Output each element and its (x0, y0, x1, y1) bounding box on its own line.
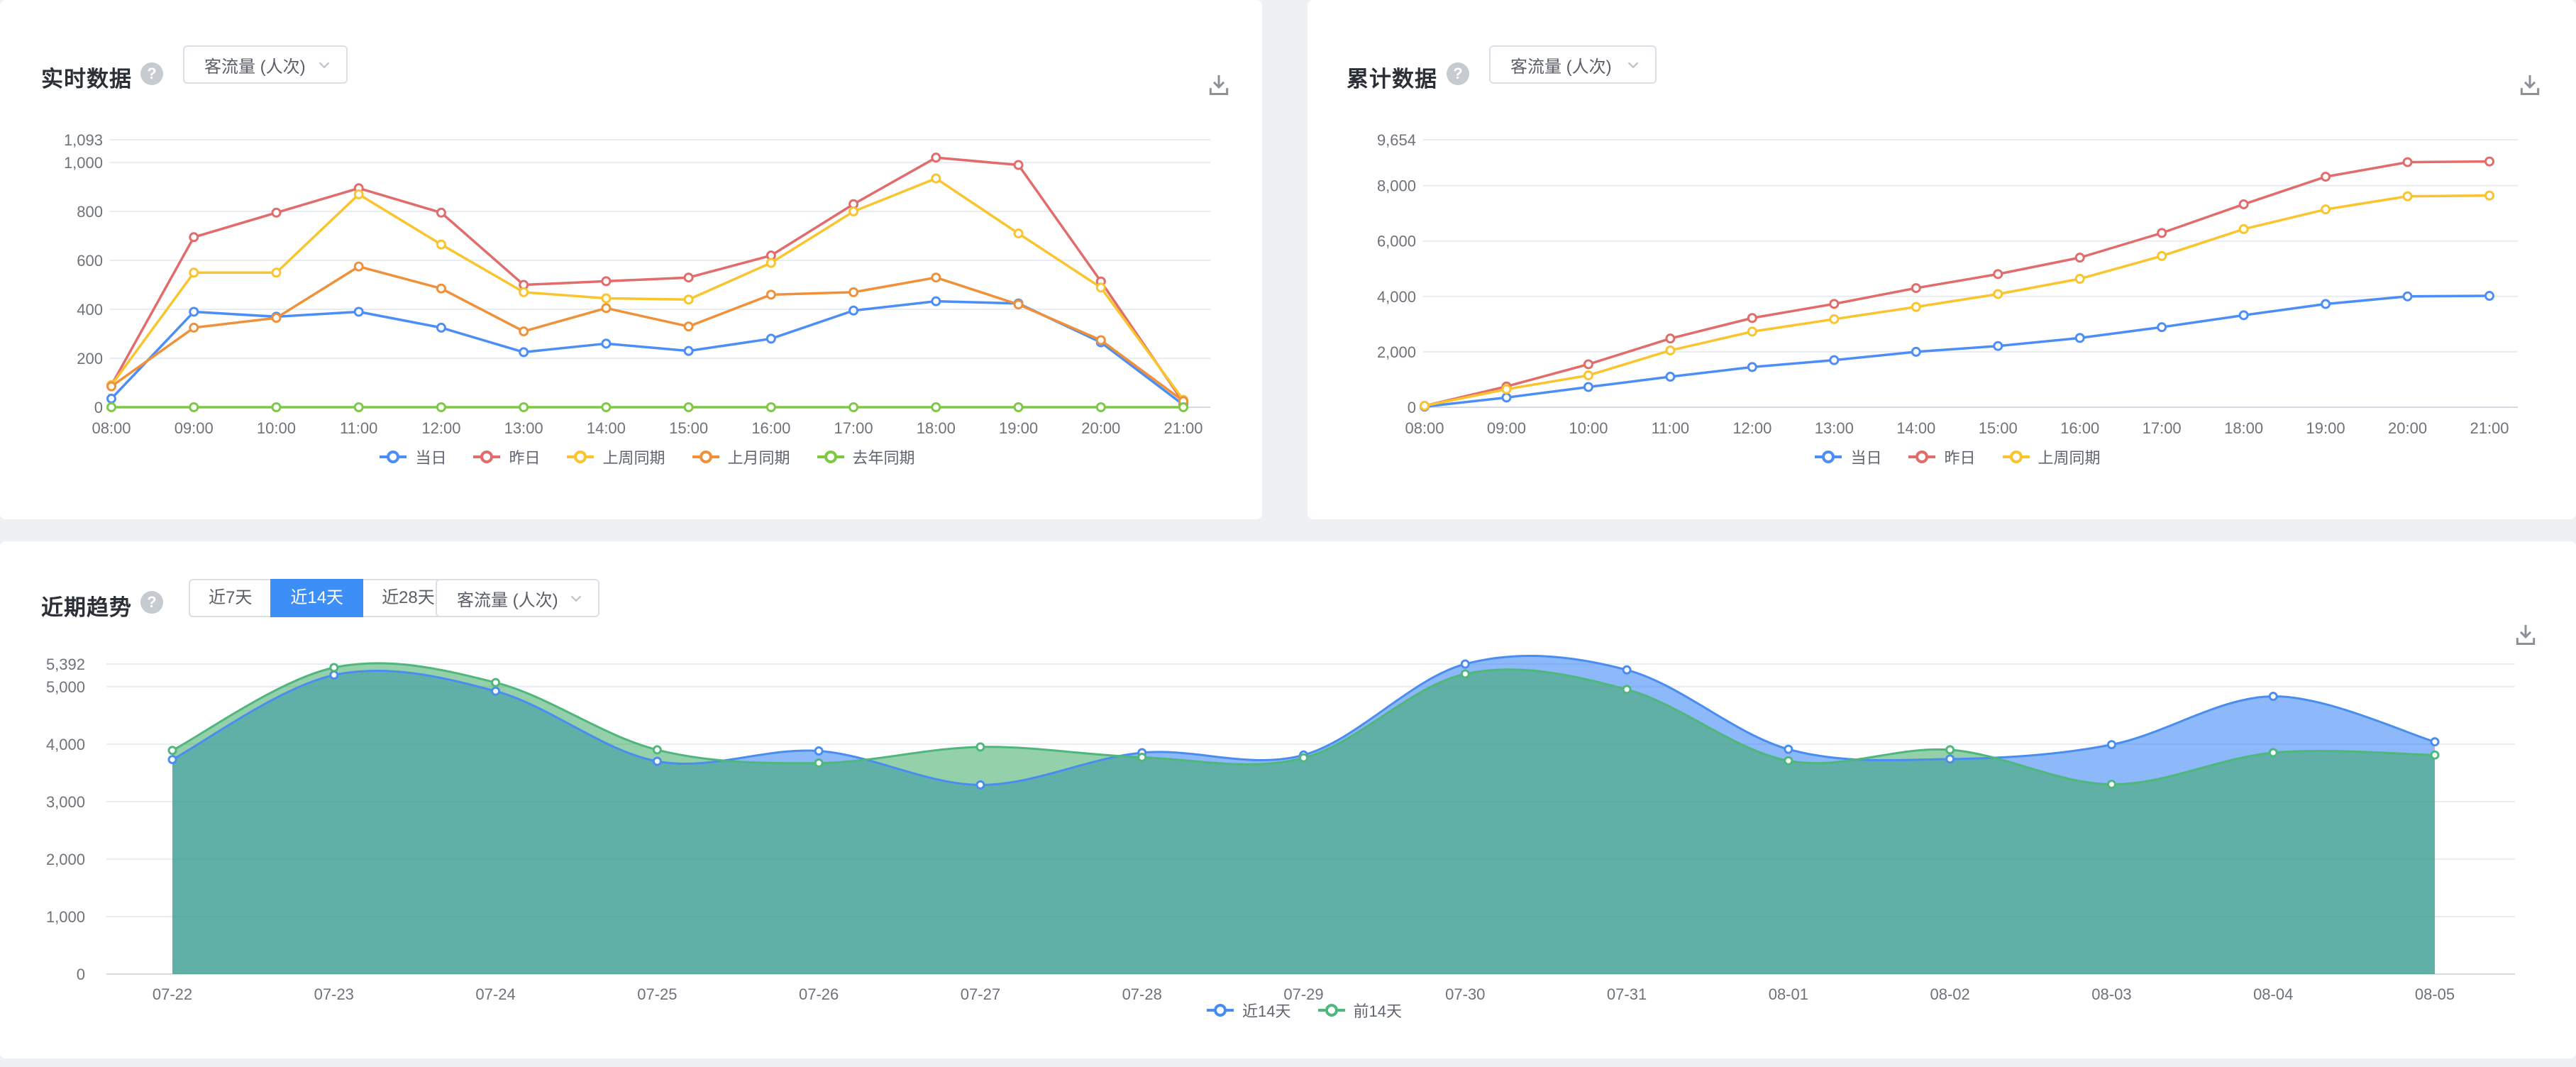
x-tick-label: 09:00 (1487, 419, 1526, 437)
x-tick-label: 11:00 (1652, 419, 1689, 437)
trend-chart-canvas: 01,0002,0003,0004,0005,0005,39207-2207-2… (0, 541, 2576, 1058)
y-tick-label: 5,392 (46, 656, 85, 673)
x-tick-label: 18:00 (2224, 419, 2263, 437)
y-tick-label: 200 (77, 350, 103, 367)
y-tick-label: 1,093 (64, 131, 103, 149)
y-tick-label: 600 (77, 252, 103, 270)
legend-item[interactable]: 当日 (1813, 446, 1881, 468)
legend-label: 昨日 (1944, 446, 1975, 468)
legend-item[interactable]: 昨日 (1907, 446, 1975, 468)
legend-item[interactable]: 当日 (378, 446, 446, 468)
x-tick-label: 18:00 (917, 419, 956, 437)
x-tick-label: 13:00 (1815, 419, 1854, 437)
legend-label: 上周同期 (2038, 446, 2101, 468)
x-tick-label: 12:00 (421, 419, 460, 437)
trend-legend: 近14天 前14天 (172, 999, 2435, 1022)
legend-marker-icon (691, 449, 721, 465)
x-tick-label: 10:00 (257, 419, 296, 437)
y-tick-label: 1,000 (46, 908, 85, 926)
y-tick-label: 9,654 (1377, 131, 1416, 149)
x-tick-label: 11:00 (340, 419, 377, 437)
legend-label: 去年同期 (853, 446, 915, 468)
x-tick-label: 16:00 (751, 419, 790, 437)
legend-marker-icon (1205, 1002, 1235, 1018)
x-tick-label: 13:00 (504, 419, 543, 437)
y-tick-label: 6,000 (1377, 233, 1416, 250)
y-tick-label: 4,000 (46, 736, 85, 753)
legend-label: 当日 (1850, 446, 1881, 468)
trend-card: 近期趋势 ? 近7天 近14天 近28天 客流量 (人次) 01,0002,00… (0, 541, 2576, 1058)
cumulative-chart-canvas: 0 2,000 4,000 6,000 8,000 9,654 08:00 09:00 10:0… (1308, 0, 2576, 519)
legend-marker-icon (816, 449, 846, 465)
y-tick-label: 800 (77, 203, 103, 221)
x-tick-label: 16:00 (2060, 419, 2099, 437)
legend-item[interactable]: 前14天 (1317, 999, 1402, 1022)
x-tick-label: 20:00 (1081, 419, 1120, 437)
legend-item[interactable]: 上周同期 (565, 446, 665, 468)
legend-marker-icon (378, 449, 408, 465)
legend-item[interactable]: 去年同期 (816, 446, 915, 468)
x-tick-label: 15:00 (1979, 419, 2018, 437)
legend-marker-icon (1317, 1002, 1347, 1018)
realtime-legend: 当日 昨日 上周同期 上月同期 去年同期 (110, 446, 1183, 468)
x-tick-label: 14:00 (1896, 419, 1935, 437)
y-tick-label: 0 (94, 399, 103, 416)
x-tick-label: 20:00 (2388, 419, 2427, 437)
legend-marker-icon (472, 449, 502, 465)
legend-marker-icon (2001, 449, 2031, 465)
y-tick-label: 2,000 (1377, 343, 1416, 361)
legend-label: 上月同期 (728, 446, 790, 468)
y-tick-label: 5,000 (46, 678, 85, 696)
x-tick-label: 19:00 (2306, 419, 2345, 437)
y-tick-label: 0 (77, 966, 85, 983)
x-tick-label: 14:00 (587, 419, 626, 437)
y-tick-label: 0 (1408, 399, 1416, 416)
legend-item[interactable]: 上月同期 (691, 446, 790, 468)
y-tick-label: 1,000 (64, 154, 103, 172)
legend-item[interactable]: 昨日 (472, 446, 540, 468)
cumulative-legend: 当日 昨日 上周同期 (1425, 446, 2489, 468)
x-tick-label: 09:00 (175, 419, 214, 437)
legend-label: 前14天 (1354, 999, 1402, 1022)
x-tick-label: 17:00 (2143, 419, 2182, 437)
range-button-14d[interactable]: 近14天 (270, 579, 363, 617)
cumulative-card: 累计数据 ? 客流量 (人次) 02,0004,0006,0008,0009,6… (1308, 0, 2576, 519)
x-tick-label: 19:00 (999, 419, 1038, 437)
x-tick-label: 08:00 (92, 419, 131, 437)
x-tick-label: 12:00 (1732, 419, 1771, 437)
x-tick-label: 21:00 (1163, 419, 1203, 437)
legend-label: 近14天 (1242, 999, 1290, 1022)
y-tick-label: 8,000 (1377, 177, 1416, 195)
realtime-chart-canvas: 0 200 400 600 800 1,000 1,093 08:00 09:00 10:00 11… (0, 0, 1262, 519)
legend-label: 当日 (415, 446, 446, 468)
x-tick-label: 17:00 (834, 419, 873, 437)
legend-marker-icon (1813, 449, 1843, 465)
x-tick-label: 15:00 (669, 419, 708, 437)
legend-label: 上周同期 (602, 446, 665, 468)
realtime-card: 实时数据 ? 客流量 (人次) 02004006008001,0001,0930… (0, 0, 1262, 519)
x-tick-label: 08:00 (1405, 419, 1444, 437)
legend-label: 昨日 (509, 446, 540, 468)
y-tick-label: 3,000 (46, 793, 85, 811)
legend-item[interactable]: 上周同期 (2001, 446, 2101, 468)
y-tick-label: 400 (77, 301, 103, 319)
legend-item[interactable]: 近14天 (1205, 999, 1290, 1022)
x-tick-label: 21:00 (2470, 419, 2509, 437)
y-tick-label: 2,000 (46, 851, 85, 868)
legend-marker-icon (1907, 449, 1937, 465)
x-tick-label: 10:00 (1569, 419, 1608, 437)
legend-marker-icon (565, 449, 595, 465)
y-tick-label: 4,000 (1377, 288, 1416, 306)
